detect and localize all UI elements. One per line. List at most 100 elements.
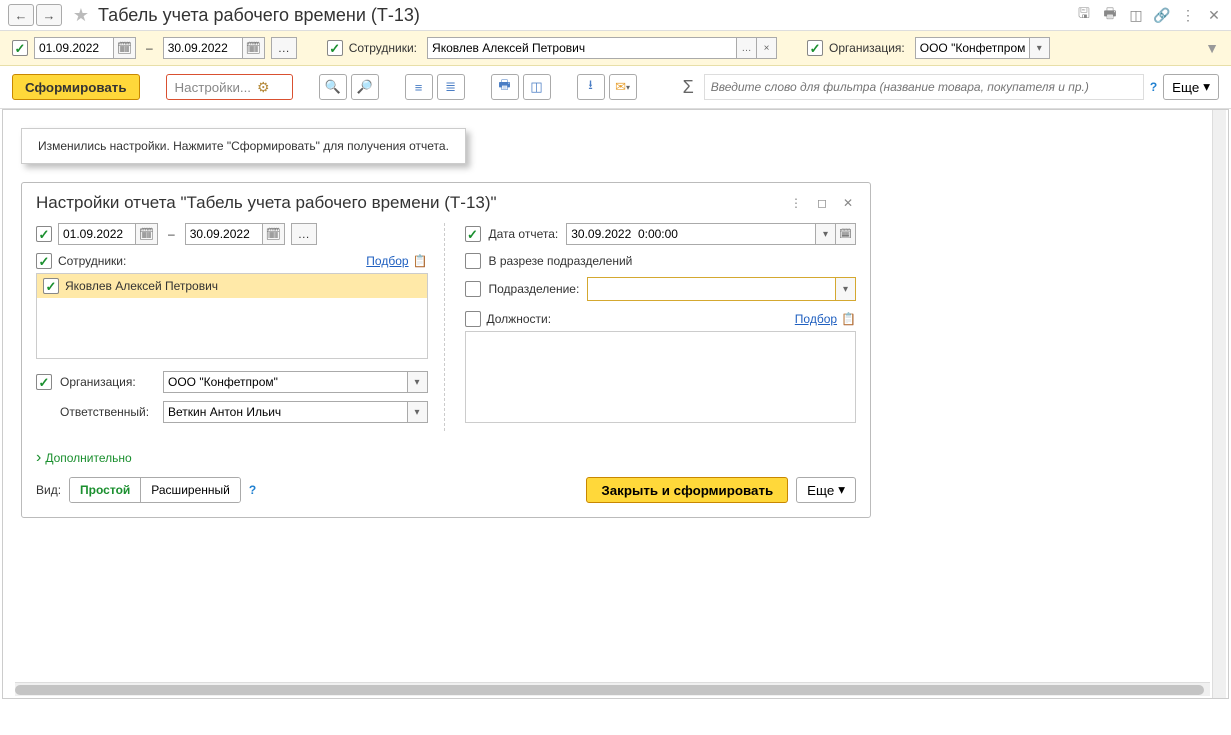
dlg-org-input[interactable] xyxy=(163,371,408,393)
employees-label: Сотрудники: xyxy=(349,41,417,55)
kebab-icon[interactable]: ⋮ xyxy=(1179,6,1197,24)
close-and-generate-button[interactable]: Закрыть и сформировать xyxy=(586,477,788,503)
zoom-button[interactable]: 🔎 xyxy=(351,74,379,100)
favorite-star-icon[interactable]: ★ xyxy=(70,4,92,26)
view-simple-button[interactable]: Простой xyxy=(70,478,140,502)
division-checkbox[interactable] xyxy=(465,281,481,297)
calendar-icon[interactable]: 🗓 xyxy=(243,37,265,59)
filter-strip: 🗓 – 🗓 … Сотрудники: … × Организация: ▾ ▼ xyxy=(0,31,1231,66)
settings-button-label: Настройки... xyxy=(175,80,251,95)
help-icon[interactable]: ? xyxy=(249,483,256,497)
employees-clear-button[interactable]: × xyxy=(757,37,777,59)
horizontal-scrollbar[interactable] xyxy=(15,682,1210,696)
employees-ellipsis-button[interactable]: … xyxy=(737,37,757,59)
positions-pick-link[interactable]: Подбор xyxy=(795,312,837,326)
calendar-icon[interactable]: 🗓 xyxy=(263,223,285,245)
export-button[interactable]: ◫ xyxy=(523,74,551,100)
positions-checkbox[interactable] xyxy=(465,311,481,327)
org-input[interactable] xyxy=(915,37,1030,59)
dlg-org-dropdown[interactable]: ▾ xyxy=(408,371,428,393)
view-advanced-button[interactable]: Расширенный xyxy=(140,478,240,502)
page-title: Табель учета рабочего времени (Т-13) xyxy=(98,5,420,26)
calendar-icon[interactable]: 🗓 xyxy=(114,37,136,59)
dlg-date-to-input[interactable] xyxy=(185,223,263,245)
dash: – xyxy=(146,41,153,55)
filter-icon[interactable]: ▼ xyxy=(1205,40,1219,56)
date-from-input[interactable] xyxy=(34,37,114,59)
email-button[interactable]: ✉▾ xyxy=(609,74,637,100)
settings-button[interactable]: Настройки... ⚙ xyxy=(166,74,293,100)
more-button[interactable]: Еще ▾ xyxy=(1163,74,1219,100)
link-icon[interactable]: 🔗 xyxy=(1153,6,1171,24)
calendar-icon[interactable]: 🗓 xyxy=(136,223,158,245)
toolbar: Сформировать Настройки... ⚙ 🔍 🔎 ≡ ≣ 🖶 ◫ ⭳… xyxy=(0,66,1231,109)
dlg-date-from-input[interactable] xyxy=(58,223,136,245)
org-dropdown-button[interactable]: ▾ xyxy=(1030,37,1050,59)
employees-input[interactable] xyxy=(427,37,737,59)
nav-back-button[interactable]: ← xyxy=(8,4,34,26)
print-button[interactable]: 🖶 xyxy=(491,74,519,100)
chevron-down-icon: ▾ xyxy=(838,482,845,498)
list-item-label: Яковлев Алексей Петрович xyxy=(65,279,218,293)
help-icon[interactable]: ? xyxy=(1150,80,1157,94)
employees-pick-link[interactable]: Подбор xyxy=(366,254,408,268)
by-divisions-checkbox[interactable] xyxy=(465,253,481,269)
paste-icon[interactable]: 📋 xyxy=(841,312,856,326)
dialog-close-icon[interactable]: ✕ xyxy=(840,195,856,211)
period-ellipsis-button[interactable]: … xyxy=(271,37,297,59)
vertical-scrollbar[interactable] xyxy=(1212,110,1226,698)
report-date-label: Дата отчета: xyxy=(489,227,559,241)
collapse-button[interactable]: ≡ xyxy=(405,74,433,100)
view-label: Вид: xyxy=(36,483,61,497)
save-icon[interactable]: 🖫 xyxy=(1075,6,1093,24)
report-area: Изменились настройки. Нажмите "Сформиров… xyxy=(2,109,1229,699)
org-label: Организация: xyxy=(829,41,905,55)
view-segment: Простой Расширенный xyxy=(69,477,241,503)
print-icon[interactable]: 🖶 xyxy=(1101,6,1119,24)
division-input[interactable] xyxy=(588,278,835,300)
sigma-icon[interactable]: Σ xyxy=(683,77,694,98)
org-checkbox[interactable] xyxy=(807,40,823,56)
dialog-maximize-icon[interactable]: ◻ xyxy=(814,195,830,211)
generate-button[interactable]: Сформировать xyxy=(12,74,140,100)
report-date-checkbox[interactable] xyxy=(465,226,481,242)
dlg-org-checkbox[interactable] xyxy=(36,374,52,390)
expand-additional-link[interactable]: Дополнительно xyxy=(36,449,132,467)
expand-label: Дополнительно xyxy=(45,451,131,465)
filter-search-input[interactable] xyxy=(704,74,1144,100)
dialog-footer: Вид: Простой Расширенный ? Закрыть и сфо… xyxy=(22,477,870,517)
division-label: Подразделение: xyxy=(489,282,580,296)
gear-icon: ⚙ xyxy=(257,79,270,96)
division-dropdown[interactable]: ▾ xyxy=(835,278,855,300)
list-item[interactable]: Яковлев Алексей Петрович xyxy=(37,274,427,298)
close-icon[interactable]: ✕ xyxy=(1205,6,1223,24)
dlg-employees-checkbox[interactable] xyxy=(36,253,52,269)
report-date-calendar[interactable]: 🗓 xyxy=(836,223,856,245)
expand-button[interactable]: ≣ xyxy=(437,74,465,100)
preview-icon[interactable]: ◫ xyxy=(1127,6,1145,24)
chevron-down-icon: ▾ xyxy=(1203,79,1210,95)
list-item-checkbox[interactable] xyxy=(43,278,59,294)
dlg-more-button[interactable]: Еще ▾ xyxy=(796,477,856,503)
more-button-label: Еще xyxy=(1172,80,1199,95)
employees-checkbox[interactable] xyxy=(327,40,343,56)
dialog-title: Настройки отчета "Табель учета рабочего … xyxy=(36,193,497,213)
paste-icon[interactable]: 📋 xyxy=(413,254,428,268)
dlg-more-label: Еще xyxy=(807,483,834,498)
dlg-employees-label: Сотрудники: xyxy=(58,254,126,268)
title-bar: ← → ★ Табель учета рабочего времени (Т-1… xyxy=(0,0,1231,31)
report-date-input[interactable] xyxy=(566,223,816,245)
positions-listbox[interactable] xyxy=(465,331,857,423)
report-date-spinner[interactable]: ▾ xyxy=(816,223,836,245)
dlg-responsible-dropdown[interactable]: ▾ xyxy=(408,401,428,423)
period-checkbox[interactable] xyxy=(12,40,28,56)
dialog-menu-icon[interactable]: ⋮ xyxy=(788,195,804,211)
employees-listbox[interactable]: Яковлев Алексей Петрович xyxy=(36,273,428,359)
download-button[interactable]: ⭳ xyxy=(577,74,605,100)
dlg-period-ellipsis-button[interactable]: … xyxy=(291,223,317,245)
dlg-period-checkbox[interactable] xyxy=(36,226,52,242)
dlg-responsible-input[interactable] xyxy=(163,401,408,423)
date-to-input[interactable] xyxy=(163,37,243,59)
find-button[interactable]: 🔍 xyxy=(319,74,347,100)
nav-forward-button[interactable]: → xyxy=(36,4,62,26)
